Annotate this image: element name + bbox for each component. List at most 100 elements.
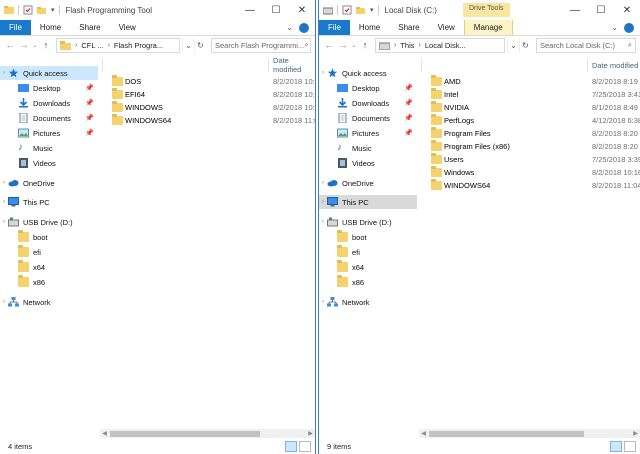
expand-ribbon-chevron-icon[interactable]: ⌄	[286, 23, 293, 32]
pin-icon[interactable]: 📌	[404, 84, 413, 92]
file-row[interactable]: Program Files (x86) 8/2/2018 8:20	[419, 140, 640, 153]
nav-item-network[interactable]: › Network	[0, 295, 98, 309]
nav-item-downloads[interactable]: Downloads 📌	[319, 96, 417, 110]
tab-file[interactable]: File	[319, 20, 350, 35]
details-view-icon[interactable]	[610, 441, 622, 452]
column-header-date-modified[interactable]: Date modified	[592, 61, 638, 70]
pin-icon[interactable]: 📌	[85, 129, 94, 137]
pin-icon[interactable]: 📌	[85, 84, 94, 92]
file-row[interactable]: AMD 8/2/2018 8:19	[419, 75, 640, 88]
nav-item-desktop[interactable]: Desktop 📌	[319, 81, 417, 95]
address-dropdown-chevron-icon[interactable]: ⌄	[182, 37, 194, 53]
new-folder-icon[interactable]	[356, 5, 366, 15]
nav-item-documents[interactable]: Documents 📌	[319, 111, 417, 125]
tab-file[interactable]: File	[0, 20, 31, 35]
nav-item-folder-x64[interactable]: x64	[319, 260, 417, 274]
refresh-icon[interactable]: ↻	[519, 37, 531, 53]
up-arrow-icon[interactable]: ↑	[359, 39, 371, 51]
nav-item-folder-x64[interactable]: x64	[0, 260, 98, 274]
nav-item-videos[interactable]: Videos	[0, 156, 98, 170]
horizontal-scrollbar[interactable]: ◀ ▶	[419, 429, 640, 438]
file-row[interactable]: NVIDIA 8/1/2018 8:49	[419, 101, 640, 114]
nav-item-folder-boot[interactable]: boot	[319, 230, 417, 244]
file-row[interactable]: DOS 8/2/2018 10:52	[100, 75, 315, 88]
tab-view[interactable]: View	[429, 20, 464, 35]
horizontal-scrollbar[interactable]: ◀ ▶	[100, 429, 315, 438]
file-row[interactable]: Program Files 8/2/2018 8:20	[419, 127, 640, 140]
nav-item-folder-efi[interactable]: efi	[0, 245, 98, 259]
file-row[interactable]: WINDOWS64 8/2/2018 11:04	[419, 179, 640, 192]
back-arrow-icon[interactable]: ←	[323, 39, 335, 51]
pin-icon[interactable]: 📌	[404, 99, 413, 107]
help-icon[interactable]: ?	[624, 22, 634, 33]
scroll-left-icon[interactable]: ◀	[419, 430, 428, 437]
file-row[interactable]: EFI64 8/2/2018 10:52	[100, 88, 315, 101]
scroll-left-icon[interactable]: ◀	[100, 430, 109, 437]
nav-item-pictures[interactable]: Pictures 📌	[0, 126, 98, 140]
properties-icon[interactable]	[342, 5, 352, 15]
customize-toolbar-chevron-icon[interactable]: ▾	[51, 6, 55, 14]
back-arrow-icon[interactable]: ←	[4, 39, 16, 51]
file-row[interactable]: Intel 7/25/2018 3:41	[419, 88, 640, 101]
scrollbar-thumb[interactable]	[429, 430, 584, 437]
nav-item-folder-boot[interactable]: boot	[0, 230, 98, 244]
refresh-icon[interactable]: ↻	[194, 37, 206, 53]
details-view-icon[interactable]	[285, 441, 297, 452]
scrollbar-thumb[interactable]	[110, 430, 260, 437]
close-button[interactable]: ✕	[289, 0, 315, 20]
breadcrumb-segment[interactable]: CFL ...	[81, 41, 103, 50]
nav-item-onedrive[interactable]: › OneDrive	[0, 176, 98, 190]
new-folder-icon[interactable]	[37, 5, 47, 15]
nav-item-folder-efi[interactable]: efi	[319, 245, 417, 259]
breadcrumb-segment[interactable]: Local Disk...	[425, 41, 466, 50]
large-icons-view-icon[interactable]	[299, 441, 311, 452]
minimize-button[interactable]: —	[237, 0, 263, 20]
help-icon[interactable]: ?	[299, 22, 309, 33]
large-icons-view-icon[interactable]	[624, 441, 636, 452]
tab-manage[interactable]: Manage	[463, 20, 513, 35]
close-button[interactable]: ✕	[614, 0, 640, 20]
maximize-button[interactable]: ☐	[588, 0, 614, 20]
forward-arrow-icon[interactable]: →	[18, 39, 30, 51]
file-row[interactable]: WINDOWS 8/2/2018 10:52	[100, 101, 315, 114]
file-row[interactable]: Users 7/25/2018 3:39	[419, 153, 640, 166]
nav-item-onedrive[interactable]: › OneDrive	[319, 176, 417, 190]
pin-icon[interactable]: 📌	[404, 114, 413, 122]
address-bar[interactable]: › CFL ... › Flash Progra...	[56, 37, 180, 53]
tab-home[interactable]: Home	[350, 20, 389, 35]
minimize-button[interactable]: —	[562, 0, 588, 20]
scroll-right-icon[interactable]: ▶	[631, 430, 640, 437]
search-input[interactable]: Search Local Disk (C:) ⌕	[536, 37, 636, 53]
file-row[interactable]: WINDOWS64 8/2/2018 11:03	[100, 114, 315, 127]
forward-arrow-icon[interactable]: →	[337, 39, 349, 51]
nav-item-downloads[interactable]: Downloads 📌	[0, 96, 98, 110]
nav-item-network[interactable]: › Network	[319, 295, 417, 309]
nav-item-this-pc[interactable]: › This PC	[0, 195, 98, 209]
pin-icon[interactable]: 📌	[85, 99, 94, 107]
customize-toolbar-chevron-icon[interactable]: ▾	[370, 6, 374, 14]
file-row[interactable]: PerfLogs 4/12/2018 6:38	[419, 114, 640, 127]
tab-home[interactable]: Home	[31, 20, 70, 35]
nav-item-quick-access[interactable]: › Quick access	[0, 66, 98, 80]
pin-icon[interactable]: 📌	[404, 129, 413, 137]
file-row[interactable]: Windows 8/2/2018 10:16	[419, 166, 640, 179]
address-bar[interactable]: › This › Local Disk...	[375, 37, 505, 53]
nav-item-usb-drive[interactable]: › USB Drive (D:)	[0, 215, 98, 229]
pin-icon[interactable]: 📌	[85, 114, 94, 122]
nav-item-music[interactable]: ♪ Music	[319, 141, 417, 155]
properties-icon[interactable]	[23, 5, 33, 15]
nav-item-folder-x86[interactable]: x86	[0, 275, 98, 289]
nav-item-this-pc[interactable]: › This PC	[319, 195, 417, 209]
nav-item-quick-access[interactable]: › Quick access	[319, 66, 417, 80]
search-input[interactable]: Search Flash Programmi... ⌕	[211, 37, 311, 53]
recent-locations-chevron-icon[interactable]: ⌄	[32, 39, 38, 51]
column-header-date-modified[interactable]: Date modified	[273, 56, 315, 74]
expand-ribbon-chevron-icon[interactable]: ⌄	[611, 23, 618, 32]
breadcrumb-segment[interactable]: Flash Progra...	[114, 41, 163, 50]
nav-item-folder-x86[interactable]: x86	[319, 275, 417, 289]
nav-item-videos[interactable]: Videos	[319, 156, 417, 170]
address-dropdown-chevron-icon[interactable]: ⌄	[507, 37, 519, 53]
nav-item-desktop[interactable]: Desktop 📌	[0, 81, 98, 95]
tab-share[interactable]: Share	[70, 20, 109, 35]
scroll-right-icon[interactable]: ▶	[306, 430, 315, 437]
